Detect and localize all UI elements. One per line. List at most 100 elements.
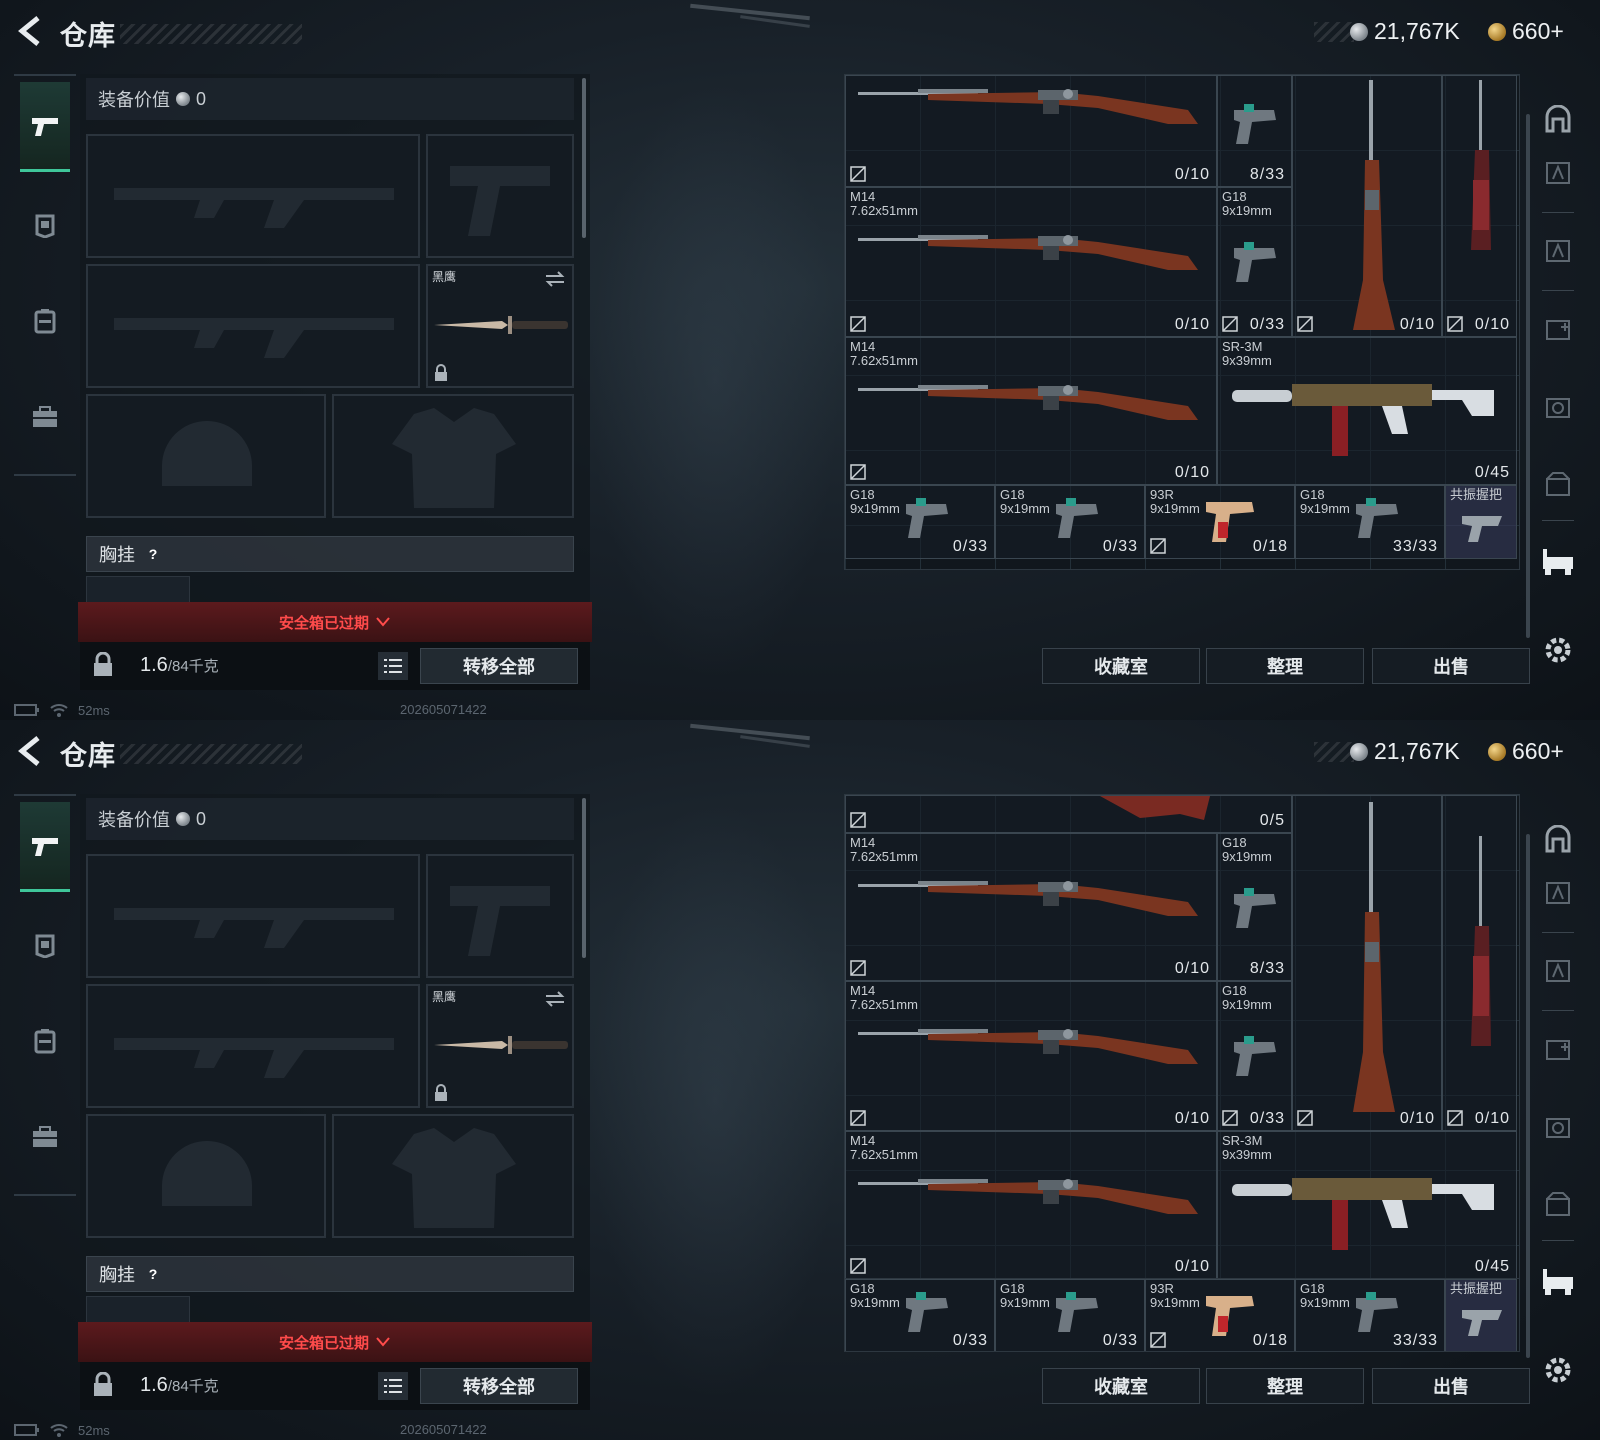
melee-slot[interactable]: 黑鹰 <box>426 984 574 1108</box>
settings-gear-icon[interactable] <box>1540 632 1576 668</box>
back-arrow-icon[interactable] <box>14 14 48 48</box>
item-cell[interactable]: 0/10 <box>1442 795 1517 1131</box>
filter-tier-4-icon[interactable] <box>1538 386 1578 426</box>
filter-tier-6-icon[interactable] <box>1538 542 1578 582</box>
item-cell[interactable]: 0/10 <box>845 75 1217 187</box>
filter-all-icon[interactable] <box>1538 820 1578 860</box>
g18-pistol-icon <box>1234 888 1276 928</box>
item-cell[interactable]: 共振握把 <box>1445 485 1517 559</box>
gold-currency[interactable]: 660+ <box>1488 18 1564 45</box>
sell-button[interactable]: 出售 <box>1372 1368 1530 1404</box>
item-cell[interactable]: G18 9x19mm 33/33 <box>1295 485 1445 559</box>
filter-tier-1-icon[interactable] <box>1538 872 1578 912</box>
item-cell[interactable]: 0/10 <box>1442 75 1517 337</box>
equipment-scrollbar[interactable] <box>582 78 586 238</box>
item-cell[interactable]: 8/33 <box>1217 75 1292 187</box>
help-icon[interactable]: ? <box>143 1264 163 1284</box>
item-cell[interactable]: 93R 9x19mm 0/18 <box>1145 485 1295 559</box>
filter-tier-2-icon[interactable] <box>1538 950 1578 990</box>
gold-currency[interactable]: 660+ <box>1488 738 1564 765</box>
helmet-slot[interactable] <box>86 394 326 518</box>
tab-weapons[interactable] <box>20 82 70 172</box>
item-cell[interactable]: 0/5 <box>845 795 1292 833</box>
tab-items[interactable] <box>20 1092 70 1182</box>
help-icon[interactable]: ? <box>143 544 163 564</box>
transfer-all-button[interactable]: 转移全部 <box>420 648 578 684</box>
chest-rig-row[interactable]: 胸挂 ? <box>86 536 574 572</box>
no-ammo-icon <box>850 960 866 976</box>
tab-weapons[interactable] <box>20 802 70 892</box>
item-cell[interactable]: M14 7.62x51mm 0/10 <box>845 337 1217 485</box>
equipment-value-label: 装备价值 <box>98 90 170 110</box>
chest-rig-row[interactable]: 胸挂 ? <box>86 1256 574 1292</box>
item-cell[interactable]: G18 9x19mm 0/33 <box>995 1279 1145 1351</box>
secondary-weapon-slot[interactable] <box>86 984 420 1108</box>
lock-icon[interactable] <box>92 1372 114 1398</box>
filter-all-icon[interactable] <box>1538 100 1578 140</box>
storage-grid[interactable]: 0/5 0/10 0/10 M14 7.62x51mm 0/10 G18 9x1… <box>844 794 1520 1290</box>
list-view-button[interactable] <box>378 652 408 680</box>
storage-grid-bottom-row[interactable]: G18 9x19mm 0/33 G18 9x19mm 0/33 93R 9x19… <box>844 1278 1520 1352</box>
sort-button[interactable]: 整理 <box>1206 1368 1364 1404</box>
ammo-count: 0/10 <box>1174 1110 1210 1127</box>
pistol-slot[interactable] <box>426 854 574 978</box>
backpack-icon <box>34 1029 56 1054</box>
list-icon <box>384 659 402 673</box>
tab-backpack[interactable] <box>20 996 70 1086</box>
item-cell[interactable]: 93R 9x19mm 0/18 <box>1145 1279 1295 1351</box>
filter-tier-5-icon[interactable] <box>1538 1184 1578 1224</box>
item-cell[interactable]: G18 9x19mm 0/33 <box>845 1279 995 1351</box>
swap-icon[interactable] <box>544 270 566 288</box>
swap-icon[interactable] <box>544 990 566 1008</box>
storage-grid[interactable]: 0/10 8/33 0/10 0/10 M14 7.62x51mm 0/10 G… <box>844 74 1520 570</box>
filter-tier-1-icon[interactable] <box>1538 152 1578 192</box>
filter-tier-3-icon[interactable] <box>1538 1028 1578 1068</box>
primary-weapon-slot[interactable] <box>86 854 420 978</box>
safe-box-expired-banner[interactable]: 安全箱已过期 <box>78 602 592 642</box>
storage-scrollbar[interactable] <box>1526 114 1530 638</box>
item-cell[interactable]: 0/10 <box>1292 75 1442 337</box>
transfer-all-button[interactable]: 转移全部 <box>420 1368 578 1404</box>
secondary-weapon-slot[interactable] <box>86 264 420 388</box>
armor-slot[interactable] <box>332 1114 574 1238</box>
melee-slot[interactable]: 黑鹰 <box>426 264 574 388</box>
filter-tier-4-icon[interactable] <box>1538 1106 1578 1146</box>
item-cell[interactable]: 共振握把 <box>1445 1279 1517 1351</box>
item-cell[interactable]: G18 9x19mm 0/33 <box>845 485 995 559</box>
filter-tier-6-icon[interactable] <box>1538 1262 1578 1302</box>
item-cell[interactable]: SR-3M 9x39mm 0/45 <box>1217 1131 1517 1279</box>
item-cell[interactable]: M14 7.62x51mm 0/10 <box>845 1131 1217 1279</box>
collection-room-button[interactable]: 收藏室 <box>1042 648 1200 684</box>
item-cell[interactable]: G18 9x19mm 0/33 <box>1217 187 1292 337</box>
safe-box-expired-banner[interactable]: 安全箱已过期 <box>78 1322 592 1362</box>
tab-helmet[interactable] <box>20 900 70 990</box>
item-cell[interactable]: G18 9x19mm 8/33 <box>1217 833 1292 981</box>
item-cell[interactable]: 0/10 <box>1292 795 1442 1131</box>
tab-helmet[interactable] <box>20 180 70 270</box>
sell-button[interactable]: 出售 <box>1372 648 1530 684</box>
lock-icon[interactable] <box>92 652 114 678</box>
storage-scrollbar[interactable] <box>1526 834 1530 1358</box>
sort-button[interactable]: 整理 <box>1206 648 1364 684</box>
list-view-button[interactable] <box>378 1372 408 1400</box>
armor-slot[interactable] <box>332 394 574 518</box>
tab-items[interactable] <box>20 372 70 462</box>
item-cell[interactable]: M14 7.62x51mm 0/10 <box>845 187 1217 337</box>
filter-tier-5-icon[interactable] <box>1538 464 1578 504</box>
tab-backpack[interactable] <box>20 276 70 366</box>
filter-tier-3-icon[interactable] <box>1538 308 1578 348</box>
item-cell[interactable]: G18 9x19mm 33/33 <box>1295 1279 1445 1351</box>
filter-tier-2-icon[interactable] <box>1538 230 1578 270</box>
item-cell[interactable]: G18 9x19mm 0/33 <box>995 485 1145 559</box>
item-cell[interactable]: M14 7.62x51mm 0/10 <box>845 833 1217 981</box>
item-cell[interactable]: M14 7.62x51mm 0/10 <box>845 981 1217 1131</box>
helmet-slot[interactable] <box>86 1114 326 1238</box>
equipment-scrollbar[interactable] <box>582 798 586 958</box>
pistol-slot[interactable] <box>426 134 574 258</box>
collection-room-button[interactable]: 收藏室 <box>1042 1368 1200 1404</box>
item-cell[interactable]: G18 9x19mm 0/33 <box>1217 981 1292 1131</box>
back-arrow-icon[interactable] <box>14 734 48 768</box>
primary-weapon-slot[interactable] <box>86 134 420 258</box>
settings-gear-icon[interactable] <box>1540 1352 1576 1388</box>
item-cell[interactable]: SR-3M 9x39mm 0/45 <box>1217 337 1517 485</box>
